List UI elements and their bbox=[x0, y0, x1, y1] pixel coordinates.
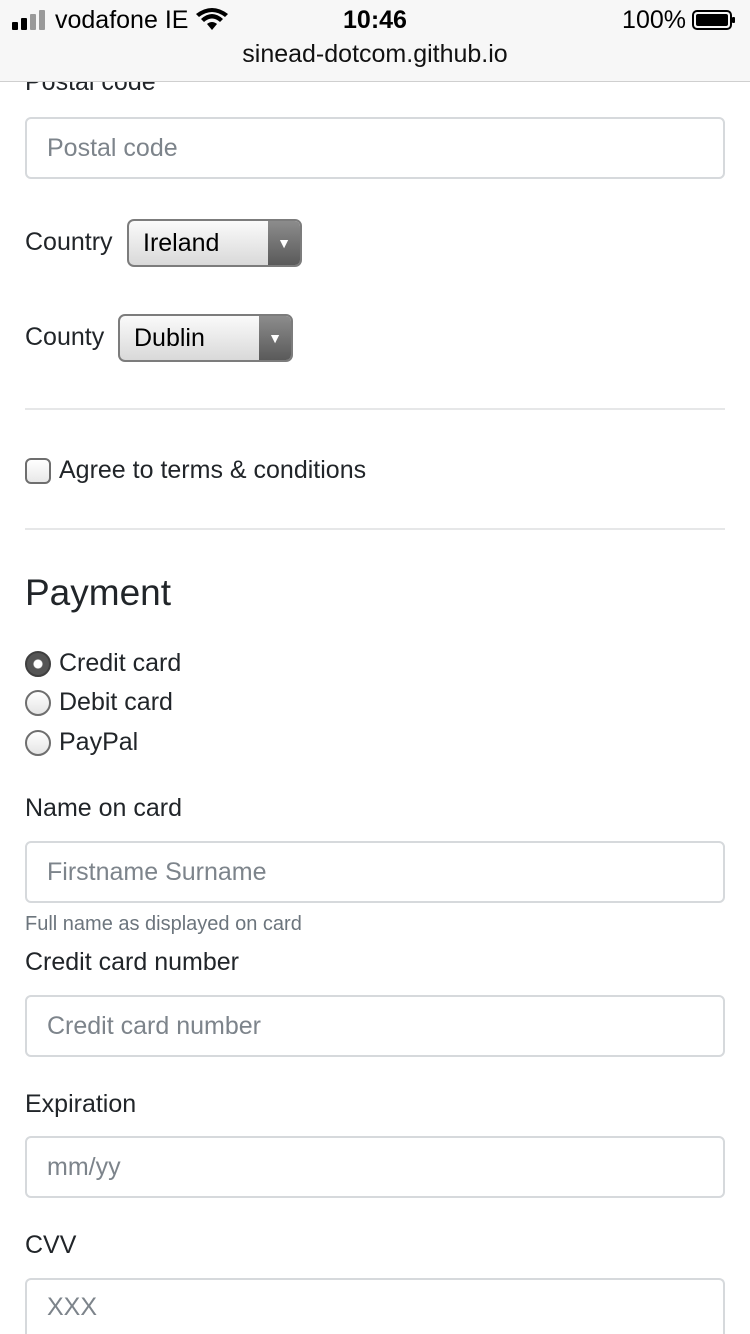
battery-icon bbox=[692, 10, 735, 30]
terms-checkbox[interactable] bbox=[25, 457, 51, 484]
name-on-card-label: Name on card bbox=[25, 794, 183, 822]
divider bbox=[25, 528, 725, 530]
payment-heading: Payment bbox=[25, 572, 172, 613]
payment-method-paypal[interactable]: PayPal bbox=[25, 728, 138, 757]
country-label: Country bbox=[25, 228, 113, 256]
credit-card-radio[interactable] bbox=[25, 650, 51, 677]
county-select-value: Dublin bbox=[134, 323, 205, 352]
address-bar-url[interactable]: sinead-dotcom.github.io bbox=[0, 40, 750, 69]
expiration-label: Expiration bbox=[25, 1090, 137, 1118]
cvv-input[interactable] bbox=[25, 1278, 725, 1334]
card-number-input[interactable] bbox=[25, 995, 725, 1057]
postal-code-input[interactable] bbox=[25, 117, 725, 179]
expiration-input[interactable] bbox=[25, 1136, 725, 1198]
battery-percentage: 100% bbox=[622, 6, 686, 34]
terms-checkbox-row[interactable]: Agree to terms & conditions bbox=[25, 456, 366, 485]
status-bar: vodafone IE 10:46 100% bbox=[0, 0, 750, 40]
debit-card-radio[interactable] bbox=[25, 689, 51, 716]
cvv-label: CVV bbox=[25, 1231, 77, 1259]
name-on-card-input[interactable] bbox=[25, 841, 725, 903]
name-on-card-help: Full name as displayed on card bbox=[25, 913, 302, 935]
county-label: County bbox=[25, 323, 105, 351]
card-number-label: Credit card number bbox=[25, 948, 239, 976]
payment-method-debit[interactable]: Debit card bbox=[25, 688, 173, 717]
debit-card-label[interactable]: Debit card bbox=[59, 688, 173, 717]
chevron-down-icon: ▼ bbox=[259, 316, 291, 360]
country-select-value: Ireland bbox=[143, 228, 220, 257]
paypal-radio[interactable] bbox=[25, 729, 51, 756]
terms-checkbox-label[interactable]: Agree to terms & conditions bbox=[59, 456, 366, 485]
credit-card-label[interactable]: Credit card bbox=[59, 649, 181, 678]
county-select[interactable]: Dublin ▼ bbox=[118, 314, 293, 362]
country-select[interactable]: Ireland ▼ bbox=[127, 219, 302, 267]
payment-method-credit[interactable]: Credit card bbox=[25, 649, 181, 678]
divider bbox=[25, 408, 725, 410]
paypal-label[interactable]: PayPal bbox=[59, 728, 138, 757]
browser-top-bar: vodafone IE 10:46 100% sinead-dotcom.git… bbox=[0, 0, 750, 82]
chevron-down-icon: ▼ bbox=[268, 221, 300, 265]
